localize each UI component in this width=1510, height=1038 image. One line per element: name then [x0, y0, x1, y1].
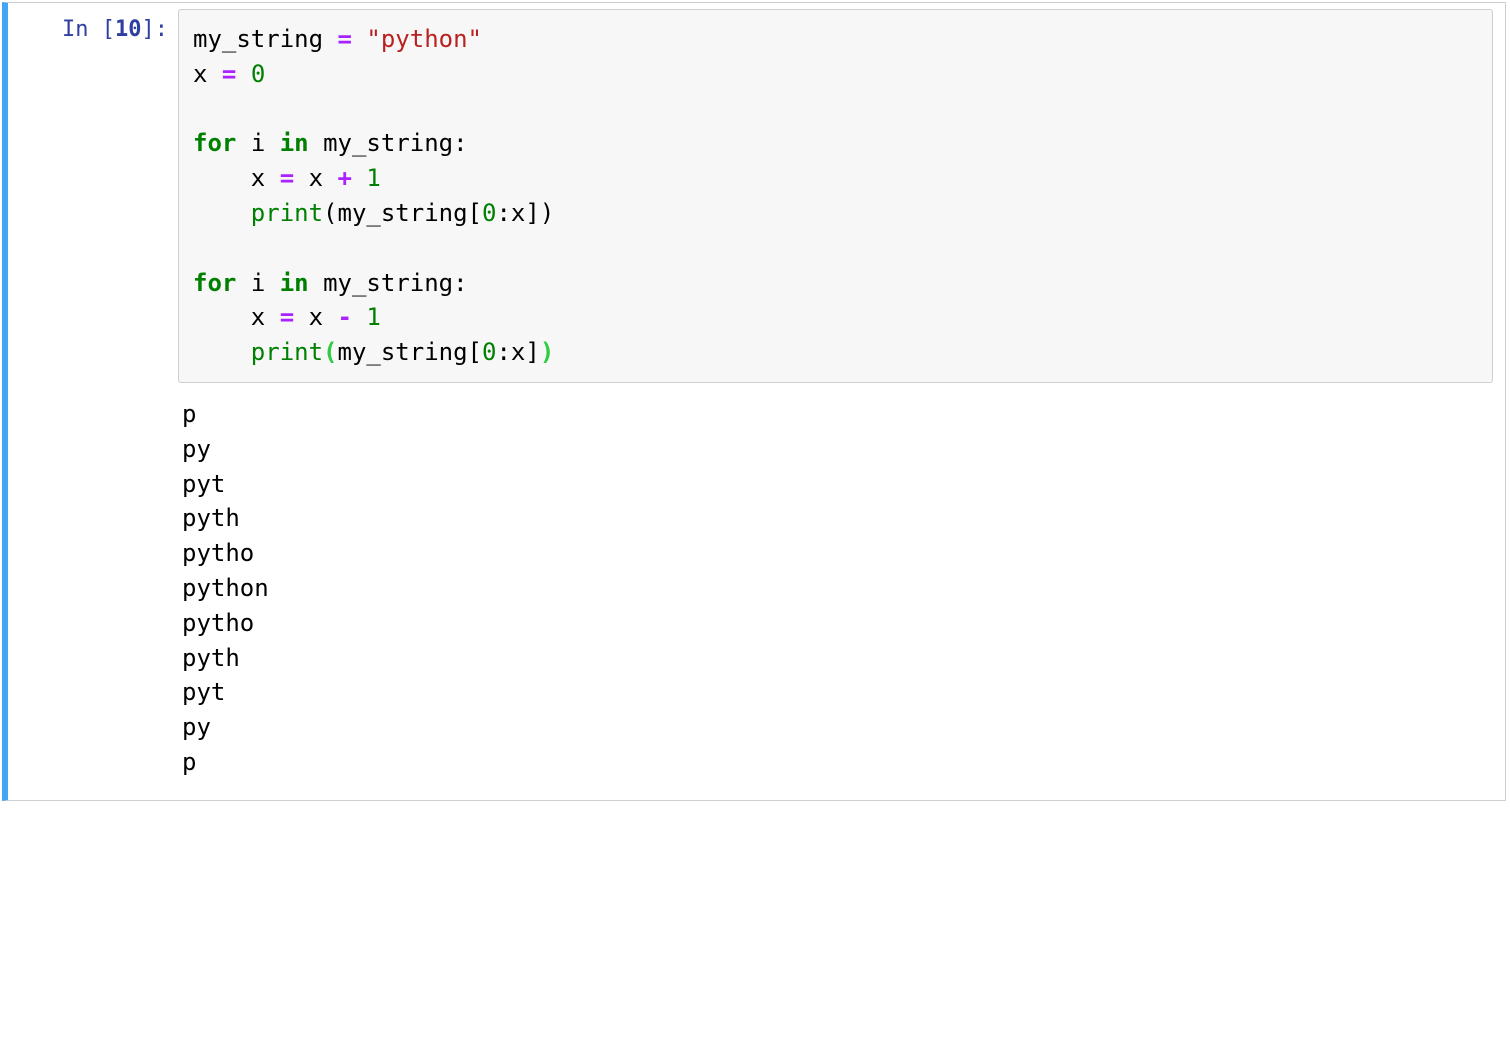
code-token: 1: [366, 164, 380, 192]
code-token: x: [251, 303, 265, 331]
code-token: [265, 129, 279, 157]
code-token: for: [193, 129, 236, 157]
prompt-close-bracket: ]:: [142, 17, 169, 42]
output-area: p py pyt pyth pytho python pytho pyth py…: [178, 397, 1493, 780]
code-token-matched-paren: (: [323, 338, 337, 366]
code-token: [236, 129, 250, 157]
code-token: 0: [482, 338, 496, 366]
code-token: x: [511, 338, 525, 366]
prompt-in-label: In: [62, 17, 102, 42]
code-token: [: [468, 338, 482, 366]
code-token: x: [193, 60, 207, 88]
code-token: [193, 164, 251, 192]
code-token: :: [496, 338, 510, 366]
code-token: x: [309, 164, 323, 192]
code-token: my_string: [193, 25, 323, 53]
code-token: [352, 303, 366, 331]
code-token: [352, 164, 366, 192]
code-token: my_string: [338, 199, 468, 227]
code-token: x: [511, 199, 525, 227]
code-token: =: [207, 60, 250, 88]
cell-content: my_string = "python" x = 0 for i in my_s…: [178, 3, 1505, 800]
code-token: [323, 164, 337, 192]
code-input-area[interactable]: my_string = "python" x = 0 for i in my_s…: [178, 9, 1493, 383]
code-token: [: [468, 199, 482, 227]
code-token: for: [193, 269, 236, 297]
code-token: [193, 303, 251, 331]
code-token: :: [453, 269, 467, 297]
code-token: [193, 199, 251, 227]
code-token: i: [251, 269, 265, 297]
input-prompt: In [10]:: [8, 3, 178, 800]
code-token: :: [453, 129, 467, 157]
code-token: in: [280, 269, 309, 297]
code-editor[interactable]: my_string = "python" x = 0 for i in my_s…: [193, 22, 1478, 370]
code-token: x: [251, 164, 265, 192]
code-token: -: [338, 303, 352, 331]
code-token: x: [309, 303, 323, 331]
code-token: ]: [525, 338, 539, 366]
code-token: my_string: [323, 269, 453, 297]
code-token: =: [323, 25, 366, 53]
code-token: =: [265, 303, 308, 331]
prompt-open-bracket: [: [102, 17, 115, 42]
prompt-exec-count: 10: [115, 17, 142, 42]
code-token: ]: [525, 199, 539, 227]
notebook-cell: In [10]: my_string = "python" x = 0 for …: [2, 2, 1506, 801]
code-token: [323, 303, 337, 331]
code-token: 0: [251, 60, 265, 88]
code-token: [193, 338, 251, 366]
code-token: ): [540, 199, 554, 227]
code-token: [236, 269, 250, 297]
code-token: my_string: [338, 338, 468, 366]
code-token: +: [338, 164, 352, 192]
code-token: i: [251, 129, 265, 157]
code-token: in: [280, 129, 309, 157]
code-token: "python": [366, 25, 482, 53]
code-token: [309, 129, 323, 157]
code-token: 1: [366, 303, 380, 331]
code-token: print: [251, 199, 323, 227]
code-token: [265, 269, 279, 297]
code-token: =: [265, 164, 308, 192]
code-token: :: [496, 199, 510, 227]
code-token-matched-paren: ): [540, 338, 554, 366]
code-token: 0: [482, 199, 496, 227]
code-token: print: [251, 338, 323, 366]
code-token: [309, 269, 323, 297]
code-token: my_string: [323, 129, 453, 157]
code-token: (: [323, 199, 337, 227]
